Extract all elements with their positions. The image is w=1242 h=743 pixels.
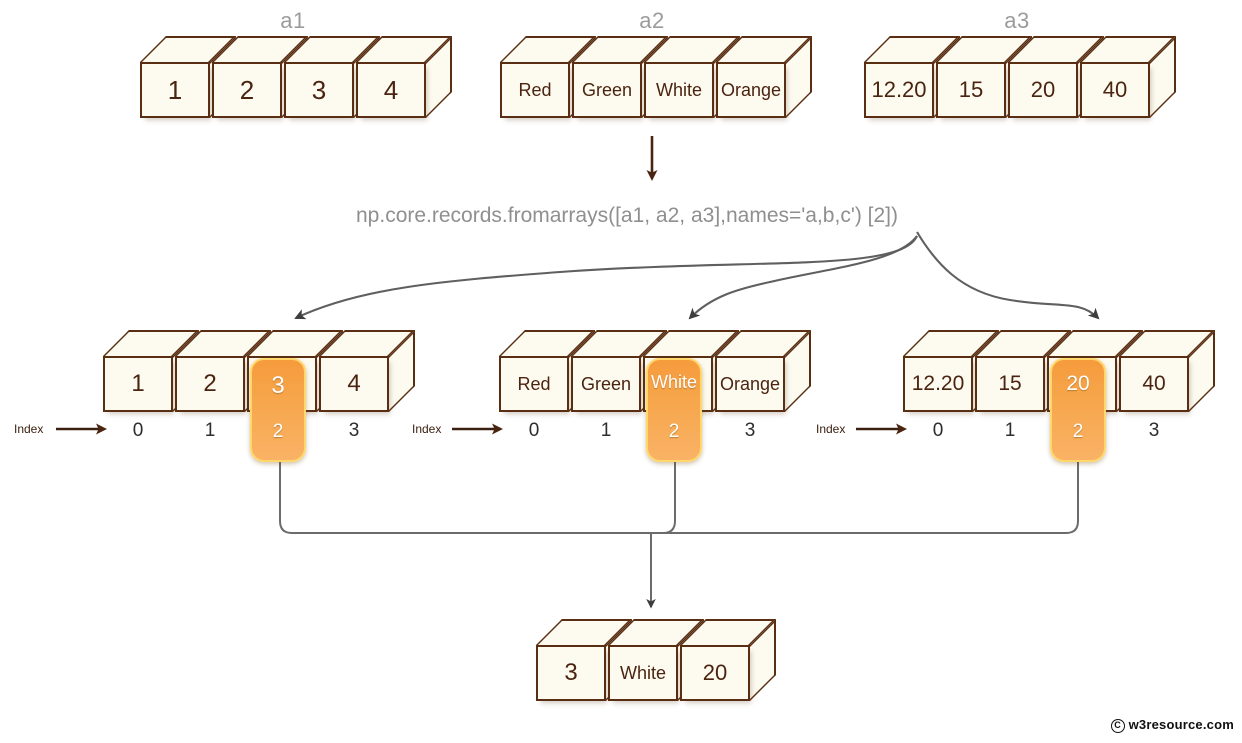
indexed-cell-a2-3: Orange <box>715 330 811 412</box>
index-label-3: Index <box>816 422 846 436</box>
watermark-text: w3resource.com <box>1128 717 1234 732</box>
result-cell-2: 20 <box>680 619 776 701</box>
source-cell-a2-3: Orange <box>716 36 812 118</box>
cube-front-face: 4 <box>319 356 389 412</box>
copyright-icon: C <box>1110 719 1125 733</box>
index-number-a3-1: 1 <box>1004 420 1016 441</box>
watermark: Cw3resource.com <box>1110 717 1234 733</box>
highlight-value-a1: 3 <box>271 372 285 399</box>
diagram-canvas: a1 a2 a3 np.core.records.fromarrays([a1,… <box>0 0 1242 743</box>
arrow-code-to-array3 <box>916 231 1100 320</box>
wire-array2-to-result <box>651 462 676 534</box>
arrow-code-to-array2 <box>688 235 918 320</box>
cube-front-face: 1 <box>140 62 210 118</box>
highlight-index-a3: 2 <box>1072 421 1084 442</box>
cube-front-face: 3 <box>284 62 354 118</box>
index-number-a2-0: 0 <box>528 420 540 441</box>
arrow-code-to-array1 <box>294 235 918 320</box>
index-label-1: Index <box>14 422 44 436</box>
cube-front-face: Red <box>499 356 569 412</box>
cube-front-face: Orange <box>715 356 785 412</box>
cube-front-face: 40 <box>1080 62 1150 118</box>
cube-front-face: 20 <box>1008 62 1078 118</box>
index-number-a3-3: 3 <box>1148 420 1160 441</box>
code-expression: np.core.records.fromarrays([a1, a2, a3],… <box>356 204 899 227</box>
cube-front-face: 2 <box>175 356 245 412</box>
cube-front-face: Green <box>572 62 642 118</box>
cube-front-face: 20 <box>680 645 750 701</box>
index-number-a1-1: 1 <box>204 420 216 441</box>
cube-front-face: 12.20 <box>903 356 973 412</box>
index-number-a2-3: 3 <box>744 420 756 441</box>
source-cell-a1-3: 4 <box>356 36 452 118</box>
cube-front-face: Red <box>500 62 570 118</box>
label-source-a1: a1 <box>280 8 306 33</box>
highlight-value-a2: White <box>650 372 697 392</box>
label-source-a3: a3 <box>1004 8 1030 33</box>
cube-front-face: Orange <box>716 62 786 118</box>
source-cell-a3-3: 40 <box>1080 36 1176 118</box>
cube-front-face: 4 <box>356 62 426 118</box>
cube-front-face: Green <box>571 356 641 412</box>
highlight-index-a2: 2 <box>668 421 680 442</box>
index-number-a2-1: 1 <box>600 420 612 441</box>
cube-front-face: 2 <box>212 62 282 118</box>
wire-array3-to-result <box>651 462 1079 534</box>
cube-front-face: White <box>644 62 714 118</box>
indexed-cell-a1-3: 4 <box>319 330 415 412</box>
cube-front-face: 15 <box>936 62 1006 118</box>
label-source-a2: a2 <box>639 8 665 33</box>
cube-front-face: 12.20 <box>864 62 934 118</box>
index-number-a1-0: 0 <box>132 420 144 441</box>
cube-front-face: 3 <box>536 645 606 701</box>
index-number-a3-0: 0 <box>932 420 944 441</box>
highlight-value-a3: 20 <box>1066 372 1090 395</box>
cube-front-face: 15 <box>975 356 1045 412</box>
highlight-index-a1: 2 <box>272 421 284 442</box>
indexed-cell-a3-3: 40 <box>1119 330 1215 412</box>
wire-array1-to-result <box>279 462 651 534</box>
index-label-2: Index <box>412 422 442 436</box>
index-number-a1-3: 3 <box>348 420 360 441</box>
cube-front-face: 40 <box>1119 356 1189 412</box>
cube-front-face: 1 <box>103 356 173 412</box>
cube-front-face: White <box>608 645 678 701</box>
